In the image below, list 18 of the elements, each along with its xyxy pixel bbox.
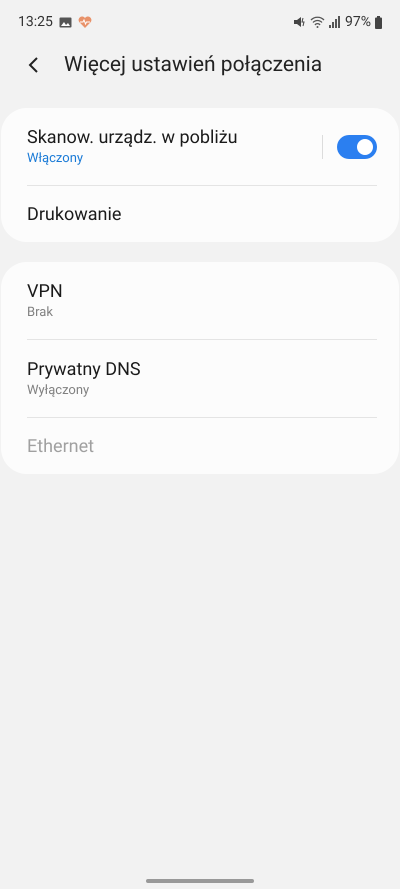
toggle-switch[interactable] — [337, 134, 377, 158]
setting-title[interactable]: VPN — [27, 281, 63, 302]
signal-icon — [329, 16, 341, 28]
setting-title[interactable]: Skanow. urządz. w pobliżu — [27, 127, 238, 148]
gallery-icon — [58, 16, 72, 28]
setting-status: Wyłączony — [27, 383, 90, 398]
wifi-icon — [310, 16, 325, 28]
setting-status: Włączony — [27, 151, 84, 166]
mute-icon — [293, 16, 306, 28]
battery-icon — [375, 16, 382, 28]
page-title: Więcej ustawień połączenia — [64, 53, 322, 77]
battery-level: 97% — [345, 14, 371, 30]
setting-title[interactable]: Prywatny DNS — [27, 359, 141, 380]
setting-title[interactable]: Drukowanie — [27, 204, 122, 224]
setting-status: Brak — [27, 305, 53, 320]
heart-icon — [78, 16, 92, 28]
home-handle[interactable] — [146, 879, 254, 883]
status-time: 13:25 — [18, 14, 53, 30]
